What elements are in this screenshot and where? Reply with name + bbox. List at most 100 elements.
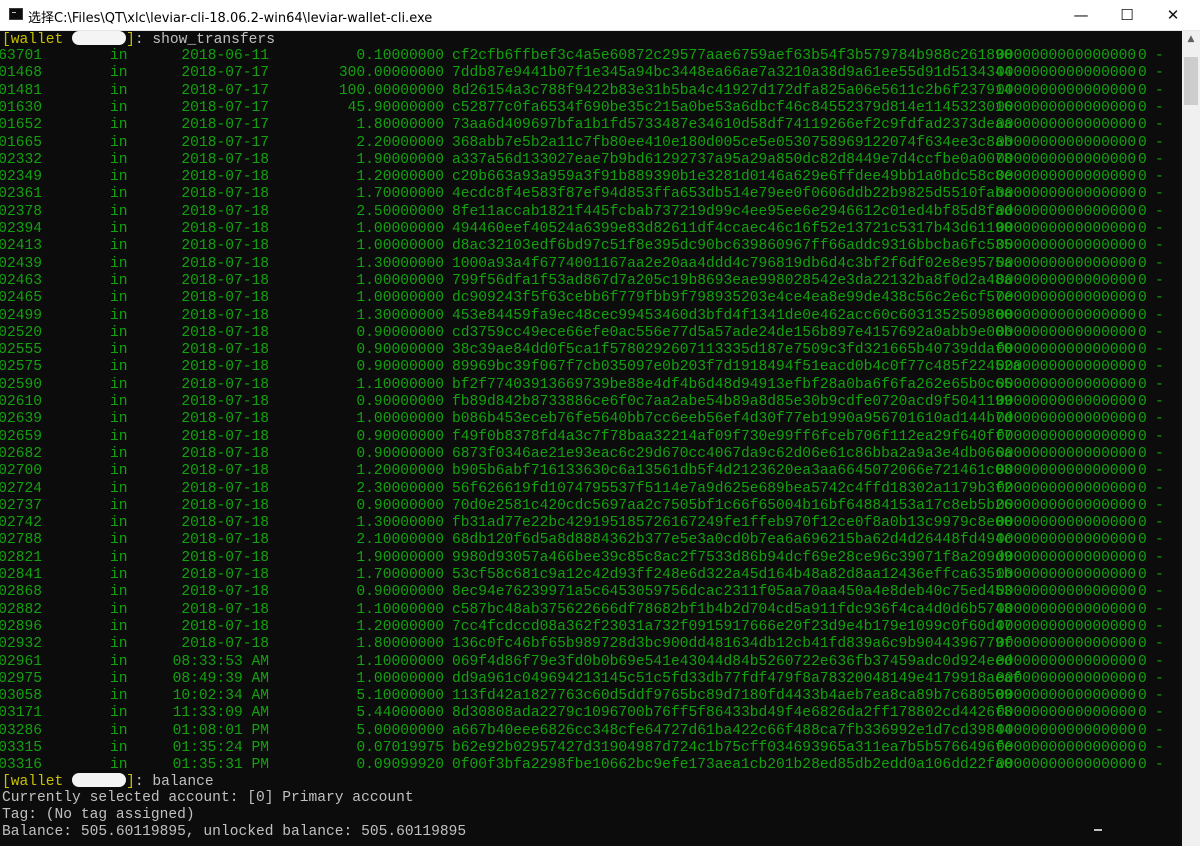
scrollbar-thumb[interactable] <box>1184 57 1198 105</box>
transfer-timestamp: 2018-07-18 <box>181 463 269 480</box>
transfer-row: 503171 in 11:33:09 AM 5.44000000 8d30808ada2… <box>0 705 1180 722</box>
transfer-block-height: 502463 <box>0 272 42 289</box>
transfer-tx-hash: a337a56d133027eae7b9bd61292737a95a29a850… <box>452 151 1013 168</box>
close-button[interactable]: ✕ <box>1150 0 1196 31</box>
transfer-direction: in <box>110 48 128 64</box>
transfer-row: 502868 in 2018-07-18 0.90000000 8ec94e762399… <box>0 584 1180 601</box>
maximize-button[interactable]: ☐ <box>1104 0 1150 31</box>
transfer-payment-id: 0000000000000000 <box>996 688 1137 705</box>
transfer-amount: 5.00000000 <box>356 722 444 739</box>
transfer-note: - <box>1155 186 1164 203</box>
transfer-direction: in <box>110 221 128 237</box>
transfer-note: - <box>1155 238 1164 255</box>
vertical-scrollbar[interactable]: ▲ <box>1182 31 1200 846</box>
transfer-direction: in <box>110 584 128 601</box>
transfer-amount: 5.44000000 <box>356 705 444 722</box>
transfer-timestamp: 2018-07-18 <box>181 359 269 376</box>
transfer-timestamp: 2018-07-18 <box>181 272 269 289</box>
transfer-subaddr-index: 0 <box>1138 203 1147 220</box>
transfer-timestamp: 2018-07-18 <box>181 636 269 653</box>
transfer-block-height: 501481 <box>0 82 42 99</box>
transfer-block-height: 503171 <box>0 705 42 722</box>
transfer-tx-hash: 136c0fc46bf65b989728d3bc900dd481634db12c… <box>452 636 1013 653</box>
transfer-direction: in <box>110 480 128 497</box>
wallet-prompt-open: [wallet <box>2 774 73 790</box>
transfer-tx-hash: dd9a961c049694213145c51c5fd33db77fdf479f… <box>452 670 1022 687</box>
transfer-note: - <box>1155 532 1164 549</box>
transfer-timestamp: 2018-07-18 <box>181 376 269 393</box>
transfer-block-height: 502841 <box>0 567 42 583</box>
transfer-timestamp: 08:49:39 AM <box>172 670 269 687</box>
transfer-payment-id: 0000000000000000 <box>996 497 1137 514</box>
transfer-row: 502724 in 2018-07-18 2.30000000 56f626619fd1… <box>0 481 1180 498</box>
transfer-row: 502575 in 2018-07-18 0.90000000 89969bc39f06… <box>0 359 1180 376</box>
transfer-amount: 1.30000000 <box>356 255 444 272</box>
transfer-tx-hash: 8ec94e76239971a5c6453059756dcac2311f05aa… <box>452 584 1013 601</box>
transfer-note: - <box>1155 428 1164 445</box>
transfer-direction: in <box>110 169 128 186</box>
transfer-timestamp: 01:35:31 PM <box>172 757 269 774</box>
transfer-tx-hash: cd3759cc49ece66efe0ac556e77d5a57ade24de1… <box>452 324 1013 341</box>
transfer-subaddr-index: 0 <box>1138 722 1147 739</box>
title-bar: 选择C:\Files\QT\xlc\leviar-cli-18.06.2-win… <box>0 0 1200 31</box>
transfer-timestamp: 2018-07-18 <box>181 221 269 237</box>
redacted-wallet-name <box>72 31 127 45</box>
transfer-block-height: 501630 <box>0 99 42 116</box>
transfer-timestamp: 2018-07-18 <box>181 480 269 497</box>
transfer-amount: 1.00000000 <box>356 411 444 428</box>
transfer-note: - <box>1155 688 1164 705</box>
transfer-amount: 1.00000000 <box>356 238 444 255</box>
transfer-payment-id: 0000000000000000 <box>996 670 1137 687</box>
transfer-subaddr-index: 0 <box>1138 376 1147 393</box>
scroll-up-arrow-icon[interactable]: ▲ <box>1182 31 1200 48</box>
transfer-payment-id: 0000000000000000 <box>996 342 1137 359</box>
transfer-tx-hash: 7ddb87e9441b07f1e345a94bc3448ea66ae7a321… <box>452 65 1013 82</box>
transfer-payment-id: 0000000000000000 <box>996 99 1137 116</box>
transfer-row: 502659 in 2018-07-18 0.90000000 f49f0b8378fd… <box>0 429 1180 446</box>
transfer-payment-id: 0000000000000000 <box>996 48 1137 64</box>
transfer-block-height: 501665 <box>0 134 42 151</box>
transfer-tx-hash: 8fe11accab1821f445fcbab737219d99c4ee95ee… <box>452 203 1013 220</box>
transfer-note: - <box>1155 117 1164 134</box>
transfer-timestamp: 08:33:53 AM <box>172 653 269 670</box>
transfer-amount: 1.10000000 <box>356 653 444 670</box>
balance-line: Balance: 505.60119895, unlocked balance:… <box>2 824 467 840</box>
transfer-row: 502788 in 2018-07-18 2.10000000 68db120f6d5a… <box>0 532 1180 549</box>
transfer-block-height: 502932 <box>0 636 42 653</box>
transfer-row: 501630 in 2018-07-17 45.90000000 c52877c0fa6… <box>0 100 1180 117</box>
transfer-direction: in <box>110 151 128 168</box>
transfer-direction: in <box>110 722 128 739</box>
transfer-tx-hash: 9980d93057a466bee39c85c8ac2f7533d86b94dc… <box>452 549 1013 566</box>
transfer-row: 502610 in 2018-07-18 0.90000000 fb89d842b873… <box>0 394 1180 411</box>
transfer-subaddr-index: 0 <box>1138 99 1147 116</box>
transfer-subaddr-index: 0 <box>1138 324 1147 341</box>
transfer-direction: in <box>110 272 128 289</box>
transfer-row: 502932 in 2018-07-18 1.80000000 136c0fc46bf6… <box>0 636 1180 653</box>
transfer-direction: in <box>110 567 128 583</box>
transfer-tx-hash: 113fd42a1827763c60d5ddf9765bc89d7180fd44… <box>452 688 1013 705</box>
console-output[interactable]: [wallet ]: show_transfers 463701in2018-0… <box>0 31 1182 846</box>
transfer-row: 502882 in 2018-07-18 1.10000000 c587bc48ab37… <box>0 602 1180 619</box>
transfer-direction: in <box>110 463 128 480</box>
transfer-tx-hash: cf2cfb6ffbef3c4a5e60872c29577aae6759aef6… <box>452 48 1013 64</box>
transfer-direction: in <box>110 65 128 82</box>
transfer-amount: 1.20000000 <box>356 463 444 480</box>
transfer-subaddr-index: 0 <box>1138 757 1147 774</box>
transfer-subaddr-index: 0 <box>1138 272 1147 289</box>
transfer-note: - <box>1155 255 1164 272</box>
transfer-note: - <box>1155 342 1164 359</box>
transfer-row: 502590 in 2018-07-18 1.10000000 bf2f77403913… <box>0 377 1180 394</box>
transfer-row: 502555 in 2018-07-18 0.90000000 38c39ae84dd0… <box>0 342 1180 359</box>
transfer-tx-hash: b905b6abf716133630c6a13561db5f4d2123620e… <box>452 463 1013 480</box>
transfer-timestamp: 2018-07-18 <box>181 428 269 445</box>
transfer-subaddr-index: 0 <box>1138 549 1147 566</box>
minimize-button[interactable]: — <box>1058 0 1104 31</box>
transfer-timestamp: 2018-07-17 <box>181 99 269 116</box>
transfer-row: 463701 in 2018-06-11 0.10000000 cf2cfb6ffbef… <box>0 48 1180 65</box>
transfer-note: - <box>1155 290 1164 307</box>
transfer-subaddr-index: 0 <box>1138 688 1147 705</box>
transfer-direction: in <box>110 394 128 410</box>
transfer-subaddr-index: 0 <box>1138 342 1147 359</box>
transfer-direction: in <box>110 705 128 722</box>
transfer-payment-id: 0000000000000000 <box>996 324 1137 341</box>
